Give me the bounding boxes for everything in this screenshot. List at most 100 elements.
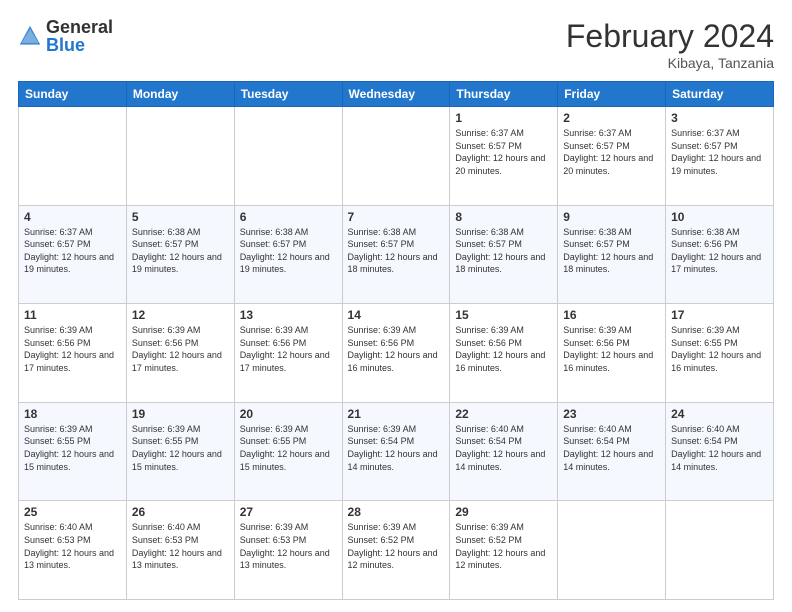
day-number: 10	[671, 210, 768, 224]
day-info: Sunrise: 6:39 AMSunset: 6:54 PMDaylight:…	[348, 423, 445, 473]
weekday-header-sunday: Sunday	[19, 82, 127, 107]
calendar-cell: 26Sunrise: 6:40 AMSunset: 6:53 PMDayligh…	[126, 501, 234, 600]
day-number: 20	[240, 407, 337, 421]
logo: General Blue	[18, 18, 113, 54]
day-number: 8	[455, 210, 552, 224]
weekday-header-tuesday: Tuesday	[234, 82, 342, 107]
day-info: Sunrise: 6:39 AMSunset: 6:56 PMDaylight:…	[240, 324, 337, 374]
calendar-cell: 1 Sunrise: 6:37 AMSunset: 6:57 PMDaylight…	[450, 107, 558, 206]
calendar-cell: 12 Sunrise: 6:39 AMSunset: 6:56 PMDayligh…	[126, 304, 234, 403]
calendar-cell: 22 Sunrise: 6:40 AMSunset: 6:54 PMDayligh…	[450, 402, 558, 501]
day-info: Sunrise: 6:37 AMSunset: 6:57 PMDaylight:…	[455, 127, 552, 177]
day-info: Sunrise: 6:38 AMSunset: 6:57 PMDaylight:…	[455, 226, 552, 276]
title-location: Kibaya, Tanzania	[566, 55, 774, 71]
logo-text: General Blue	[46, 18, 113, 54]
calendar-week-4: 18Sunrise: 6:39 AMSunset: 6:55 PMDayligh…	[19, 402, 774, 501]
day-info: Sunrise: 6:39 AMSunset: 6:55 PMDaylight:…	[671, 324, 768, 374]
day-info: Sunrise: 6:37 AMSunset: 6:57 PMDaylight:…	[24, 226, 121, 276]
day-number: 17	[671, 308, 768, 322]
calendar-table: SundayMondayTuesdayWednesdayThursdayFrid…	[18, 81, 774, 600]
calendar-cell: 27 Sunrise: 6:39 AMSunset: 6:53 PMDayligh…	[234, 501, 342, 600]
day-info: Sunrise: 6:38 AMSunset: 6:56 PMDaylight:…	[671, 226, 768, 276]
day-number: 16	[563, 308, 660, 322]
calendar-cell: 10 Sunrise: 6:38 AMSunset: 6:56 PMDayligh…	[666, 205, 774, 304]
day-number: 15	[455, 308, 552, 322]
day-number: 19	[132, 407, 229, 421]
calendar-cell: 5 Sunrise: 6:38 AMSunset: 6:57 PMDaylight…	[126, 205, 234, 304]
day-number: 1	[455, 111, 552, 125]
calendar-week-2: 4Sunrise: 6:37 AMSunset: 6:57 PMDaylight…	[19, 205, 774, 304]
day-number: 22	[455, 407, 552, 421]
calendar-cell: 20 Sunrise: 6:39 AMSunset: 6:55 PMDayligh…	[234, 402, 342, 501]
day-info: Sunrise: 6:39 AMSunset: 6:52 PMDaylight:…	[455, 521, 552, 571]
calendar-cell: 17 Sunrise: 6:39 AMSunset: 6:55 PMDayligh…	[666, 304, 774, 403]
day-info: Sunrise: 6:38 AMSunset: 6:57 PMDaylight:…	[240, 226, 337, 276]
day-info: Sunrise: 6:38 AMSunset: 6:57 PMDaylight:…	[132, 226, 229, 276]
calendar-week-5: 25 Sunrise: 6:40 AMSunset: 6:53 PMDayligh…	[19, 501, 774, 600]
logo-blue: Blue	[46, 36, 113, 54]
logo-icon	[18, 24, 42, 48]
day-info: Sunrise: 6:40 AMSunset: 6:54 PMDaylight:…	[563, 423, 660, 473]
calendar-week-3: 11 Sunrise: 6:39 AMSunset: 6:56 PMDayligh…	[19, 304, 774, 403]
day-number: 2	[563, 111, 660, 125]
day-number: 12	[132, 308, 229, 322]
weekday-header-wednesday: Wednesday	[342, 82, 450, 107]
calendar-cell: 7Sunrise: 6:38 AMSunset: 6:57 PMDaylight…	[342, 205, 450, 304]
calendar-cell: 15Sunrise: 6:39 AMSunset: 6:56 PMDayligh…	[450, 304, 558, 403]
day-info: Sunrise: 6:38 AMSunset: 6:57 PMDaylight:…	[348, 226, 445, 276]
day-info: Sunrise: 6:39 AMSunset: 6:56 PMDaylight:…	[348, 324, 445, 374]
day-info: Sunrise: 6:38 AMSunset: 6:57 PMDaylight:…	[563, 226, 660, 276]
calendar-cell: 24 Sunrise: 6:40 AMSunset: 6:54 PMDayligh…	[666, 402, 774, 501]
calendar-cell: 2 Sunrise: 6:37 AMSunset: 6:57 PMDaylight…	[558, 107, 666, 206]
calendar-cell: 14 Sunrise: 6:39 AMSunset: 6:56 PMDayligh…	[342, 304, 450, 403]
title-month: February 2024	[566, 18, 774, 55]
calendar-cell	[19, 107, 127, 206]
day-number: 28	[348, 505, 445, 519]
day-number: 14	[348, 308, 445, 322]
calendar-cell	[234, 107, 342, 206]
weekday-header-monday: Monday	[126, 82, 234, 107]
calendar-cell	[342, 107, 450, 206]
day-number: 9	[563, 210, 660, 224]
day-number: 3	[671, 111, 768, 125]
calendar-cell: 29Sunrise: 6:39 AMSunset: 6:52 PMDayligh…	[450, 501, 558, 600]
day-info: Sunrise: 6:40 AMSunset: 6:54 PMDaylight:…	[671, 423, 768, 473]
day-number: 27	[240, 505, 337, 519]
day-info: Sunrise: 6:39 AMSunset: 6:53 PMDaylight:…	[240, 521, 337, 571]
calendar-week-1: 1 Sunrise: 6:37 AMSunset: 6:57 PMDaylight…	[19, 107, 774, 206]
calendar-cell: 8 Sunrise: 6:38 AMSunset: 6:57 PMDaylight…	[450, 205, 558, 304]
day-number: 5	[132, 210, 229, 224]
day-info: Sunrise: 6:39 AMSunset: 6:55 PMDaylight:…	[24, 423, 121, 473]
day-number: 23	[563, 407, 660, 421]
calendar-cell: 6 Sunrise: 6:38 AMSunset: 6:57 PMDaylight…	[234, 205, 342, 304]
calendar-cell: 28 Sunrise: 6:39 AMSunset: 6:52 PMDayligh…	[342, 501, 450, 600]
calendar-cell	[126, 107, 234, 206]
calendar-cell: 11 Sunrise: 6:39 AMSunset: 6:56 PMDayligh…	[19, 304, 127, 403]
calendar-cell: 21Sunrise: 6:39 AMSunset: 6:54 PMDayligh…	[342, 402, 450, 501]
day-number: 13	[240, 308, 337, 322]
header: General Blue February 2024 Kibaya, Tanza…	[18, 18, 774, 71]
day-number: 24	[671, 407, 768, 421]
weekday-header-friday: Friday	[558, 82, 666, 107]
day-number: 11	[24, 308, 121, 322]
day-info: Sunrise: 6:39 AMSunset: 6:56 PMDaylight:…	[24, 324, 121, 374]
calendar-cell: 3Sunrise: 6:37 AMSunset: 6:57 PMDaylight…	[666, 107, 774, 206]
calendar-cell: 25 Sunrise: 6:40 AMSunset: 6:53 PMDayligh…	[19, 501, 127, 600]
weekday-header-thursday: Thursday	[450, 82, 558, 107]
day-info: Sunrise: 6:39 AMSunset: 6:52 PMDaylight:…	[348, 521, 445, 571]
day-info: Sunrise: 6:37 AMSunset: 6:57 PMDaylight:…	[563, 127, 660, 177]
day-info: Sunrise: 6:39 AMSunset: 6:56 PMDaylight:…	[132, 324, 229, 374]
day-number: 6	[240, 210, 337, 224]
calendar-cell: 18Sunrise: 6:39 AMSunset: 6:55 PMDayligh…	[19, 402, 127, 501]
calendar-cell	[666, 501, 774, 600]
day-info: Sunrise: 6:39 AMSunset: 6:55 PMDaylight:…	[240, 423, 337, 473]
calendar-cell: 13 Sunrise: 6:39 AMSunset: 6:56 PMDayligh…	[234, 304, 342, 403]
calendar-cell	[558, 501, 666, 600]
day-number: 25	[24, 505, 121, 519]
calendar-cell: 4Sunrise: 6:37 AMSunset: 6:57 PMDaylight…	[19, 205, 127, 304]
day-info: Sunrise: 6:40 AMSunset: 6:53 PMDaylight:…	[24, 521, 121, 571]
logo-general: General	[46, 18, 113, 36]
calendar-cell: 16Sunrise: 6:39 AMSunset: 6:56 PMDayligh…	[558, 304, 666, 403]
day-info: Sunrise: 6:40 AMSunset: 6:54 PMDaylight:…	[455, 423, 552, 473]
calendar-cell: 9 Sunrise: 6:38 AMSunset: 6:57 PMDaylight…	[558, 205, 666, 304]
